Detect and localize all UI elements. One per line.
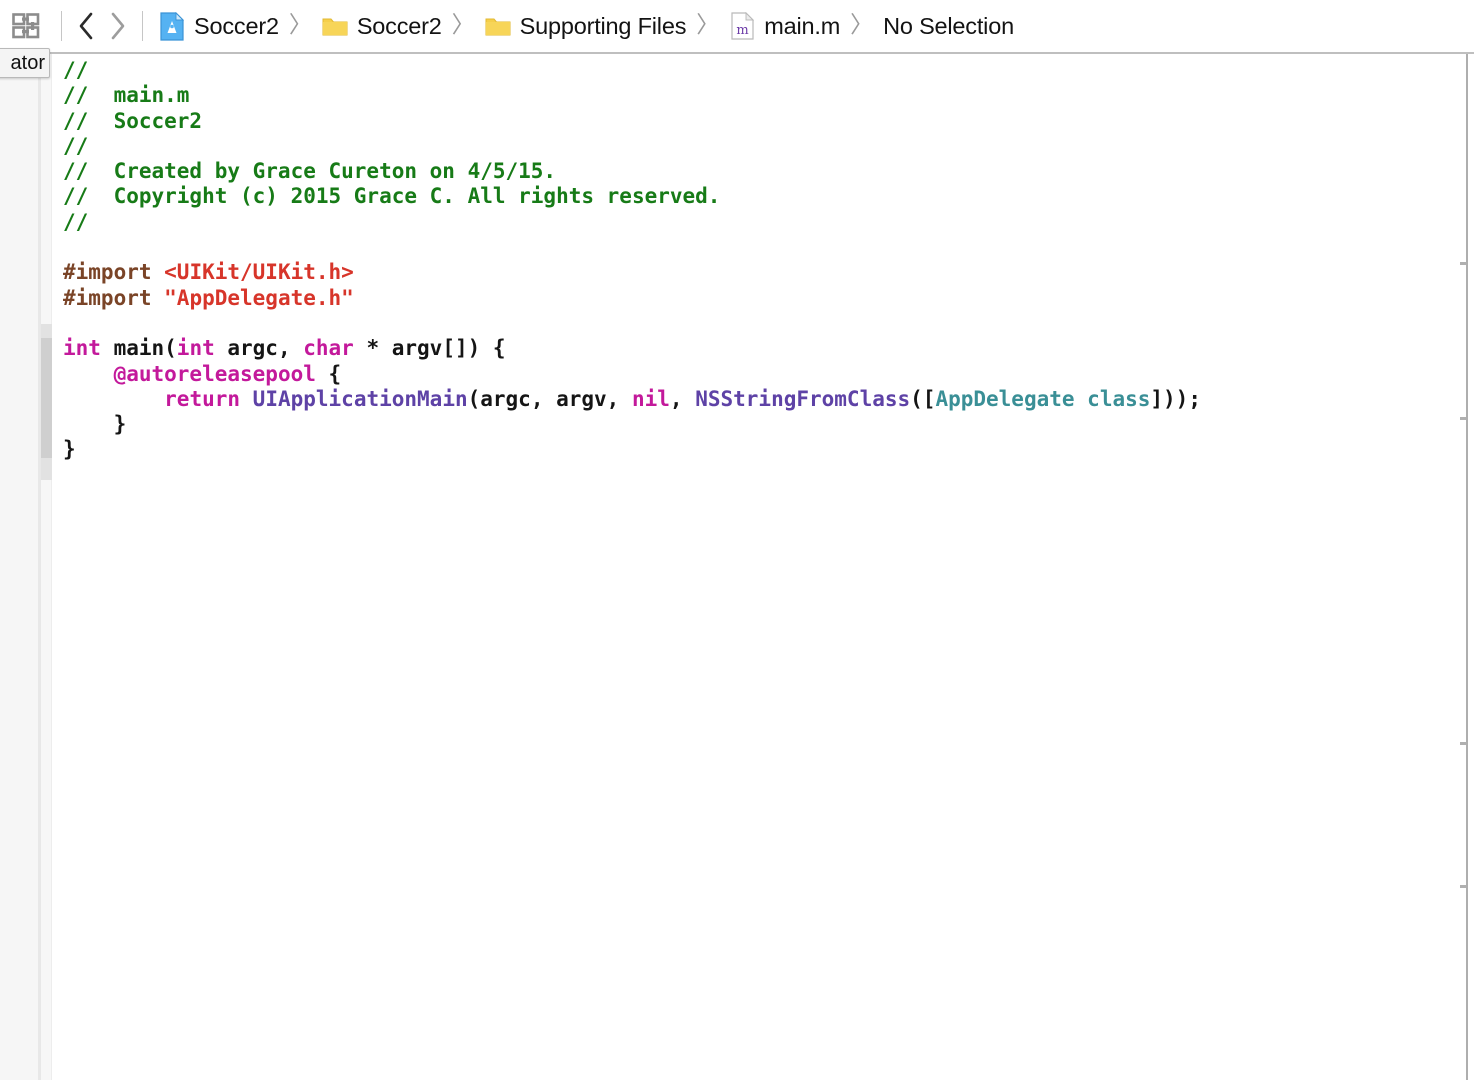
code-line: // Soccer2 (63, 109, 1462, 134)
jump-bar: Soccer2 〉 Soccer2 〉 Supporting Files 〉 m… (0, 0, 1474, 52)
breadcrumb-item-file[interactable]: m main.m (729, 6, 840, 46)
breadcrumb-label: Supporting Files (519, 12, 687, 39)
code-token-plain: ])); (1150, 386, 1201, 411)
breadcrumb-item-group[interactable]: Soccer2 (322, 6, 442, 46)
scroll-tick (1460, 417, 1466, 420)
code-line: // (63, 134, 1462, 159)
navigator-grid-icon[interactable] (7, 9, 45, 43)
code-token-comment: // (63, 58, 89, 82)
code-token-comment: // (63, 209, 89, 234)
breadcrumb-label: Soccer2 (194, 12, 279, 39)
breadcrumb-item-project[interactable]: Soccer2 (159, 6, 279, 46)
code-token-keyword: char (303, 336, 354, 361)
code-token-func: UIApplicationMain (252, 386, 468, 411)
scroll-tick (1460, 885, 1466, 888)
code-token-comment: // (63, 133, 89, 158)
navigator-tooltip-label: ator (10, 51, 45, 74)
code-token-keyword: int (176, 336, 215, 361)
code-line: #import <UIKit/UIKit.h> (63, 260, 1462, 285)
editor-gutter[interactable] (41, 54, 52, 1080)
folder-icon (322, 11, 348, 41)
code-token-comment: // Copyright (c) 2015 Grace C. All right… (63, 184, 721, 209)
toolbar-divider-2 (142, 11, 143, 41)
forward-button[interactable] (102, 9, 132, 43)
code-fold-ribbon[interactable] (41, 338, 52, 458)
svg-text:m: m (736, 23, 748, 38)
code-line: // (63, 210, 1462, 235)
code-line: @autoreleasepool { (63, 362, 1462, 387)
code-token-comment: // Created by Grace Cureton on 4/5/15. (63, 159, 557, 184)
navigator-strip (0, 54, 38, 1080)
code-token-preproc: #import (63, 260, 165, 285)
code-line: return UIApplicationMain(argc, argv, nil… (63, 387, 1462, 412)
utilities-pane-edge (1468, 54, 1474, 1080)
code-token-func: NSStringFromClass (695, 386, 911, 411)
source-editor[interactable]: //// main.m// Soccer2//// Created by Gra… (52, 54, 1462, 1080)
code-token-string: <UIKit/UIKit.h> (164, 260, 354, 285)
code-token-type: AppDelegate class (935, 386, 1151, 411)
code-token-comment: // main.m (63, 83, 190, 108)
code-token-plain: * argv[]) { (353, 336, 506, 361)
breadcrumb-separator: 〉 (850, 11, 874, 37)
code-token-plain: (argc, argv, (467, 386, 632, 411)
breadcrumb-label: Soccer2 (356, 12, 442, 39)
code-token-plain: } (63, 437, 76, 462)
code-token-plain: ([ (910, 386, 936, 411)
code-token-plain: argc, (214, 336, 304, 361)
code-line: // main.m (63, 83, 1462, 108)
navigator-tooltip: ator (0, 48, 50, 78)
source-code[interactable]: //// main.m// Soccer2//// Created by Gra… (52, 54, 1462, 463)
breadcrumb-item-supporting-files[interactable]: Supporting Files (485, 6, 687, 46)
code-token-keyword: nil (631, 386, 670, 411)
code-token-keyword: return (164, 386, 241, 411)
code-token-comment: // Soccer2 (63, 108, 203, 133)
code-line: // Copyright (c) 2015 Grace C. All right… (63, 184, 1462, 209)
xcode-project-icon (159, 11, 185, 41)
scroll-tick (1460, 262, 1466, 265)
breadcrumb: Soccer2 〉 Soccer2 〉 Supporting Files 〉 m… (159, 0, 1014, 52)
code-line: #import "AppDelegate.h" (63, 286, 1462, 311)
scroll-tick (1460, 742, 1466, 745)
code-token-plain: , (669, 386, 696, 411)
code-token-plain: main( (100, 336, 177, 361)
breadcrumb-separator: 〉 (288, 11, 312, 37)
code-line: } (63, 437, 1462, 462)
breadcrumb-separator: 〉 (696, 11, 720, 37)
code-line: // Created by Grace Cureton on 4/5/15. (63, 159, 1462, 184)
breadcrumb-item-selection[interactable]: No Selection (883, 6, 1014, 46)
breadcrumb-label: No Selection (883, 12, 1014, 39)
breadcrumb-separator: 〉 (451, 11, 475, 37)
code-token-preproc: #import (63, 285, 165, 310)
code-line: int main(int argc, char * argv[]) { (63, 336, 1462, 361)
code-line: // (63, 58, 1462, 83)
breadcrumb-label: main.m (764, 12, 841, 39)
code-token-keyword: int (63, 336, 101, 361)
code-token-plain: { (315, 361, 342, 386)
code-token-keyword: @autoreleasepool (113, 361, 316, 386)
code-token-string: "AppDelegate.h" (164, 285, 354, 310)
folder-icon (485, 11, 511, 41)
toolbar-divider-1 (61, 11, 62, 41)
code-fold-ribbon-bottom[interactable] (41, 458, 52, 480)
xcode-editor-window: Soccer2 〉 Soccer2 〉 Supporting Files 〉 m… (0, 0, 1474, 1080)
code-fold-ribbon-top[interactable] (41, 324, 52, 338)
code-token-plain: } (63, 412, 127, 437)
objc-file-icon: m (729, 11, 755, 41)
back-button[interactable] (72, 9, 102, 43)
code-line: } (63, 412, 1462, 437)
